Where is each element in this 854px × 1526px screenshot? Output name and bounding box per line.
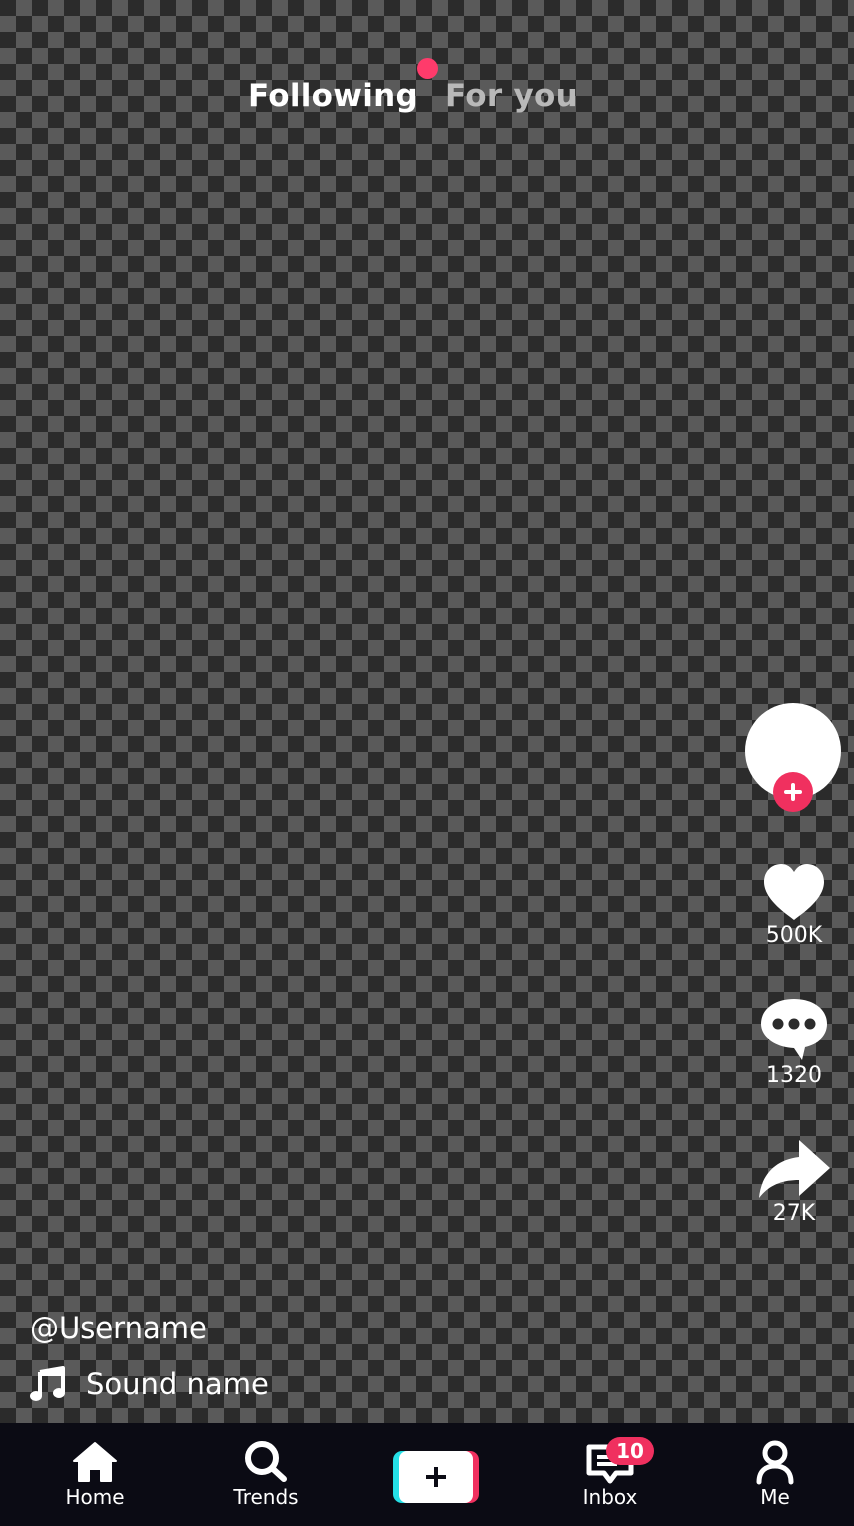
tab-following[interactable]: Following	[248, 78, 418, 114]
create-button-face	[399, 1451, 473, 1503]
feed-tabs: Following For you	[0, 78, 854, 122]
comment-bubble-icon	[761, 999, 827, 1060]
nav-trends[interactable]: Trends	[206, 1439, 326, 1509]
nav-me-label: Me	[760, 1485, 790, 1509]
comment-count: 1320	[766, 1063, 822, 1088]
sound-link[interactable]: Sound name	[30, 1364, 269, 1404]
live-indicator-dot	[417, 58, 438, 79]
nav-inbox-label: Inbox	[582, 1485, 638, 1509]
like-button[interactable]: 500K	[748, 862, 840, 948]
plus-icon	[784, 783, 802, 801]
music-note-icon	[30, 1366, 65, 1401]
create-plus-icon	[426, 1467, 446, 1487]
bottom-nav: Home Trends Inbox 10 Me	[0, 1423, 854, 1526]
creator-username[interactable]: @Username	[30, 1310, 207, 1346]
nav-home[interactable]: Home	[35, 1439, 155, 1509]
nav-me[interactable]: Me	[715, 1439, 835, 1509]
home-icon	[73, 1442, 117, 1482]
create-button[interactable]	[393, 1451, 479, 1503]
share-button[interactable]: 27K	[748, 1138, 840, 1226]
sound-name: Sound name	[86, 1367, 269, 1401]
creator-avatar-group	[745, 703, 841, 812]
heart-icon	[764, 864, 824, 920]
nav-trends-label: Trends	[233, 1485, 299, 1509]
comment-button[interactable]: 1320	[748, 996, 840, 1088]
inbox-unread-badge: 10	[606, 1437, 654, 1465]
search-icon	[245, 1441, 287, 1482]
profile-icon	[756, 1440, 794, 1485]
follow-button[interactable]	[773, 772, 813, 812]
nav-home-label: Home	[65, 1485, 125, 1509]
share-arrow-icon	[759, 1140, 830, 1198]
share-count: 27K	[772, 1201, 816, 1226]
tab-for-you[interactable]: For you	[445, 78, 578, 114]
like-count: 500K	[765, 923, 823, 948]
